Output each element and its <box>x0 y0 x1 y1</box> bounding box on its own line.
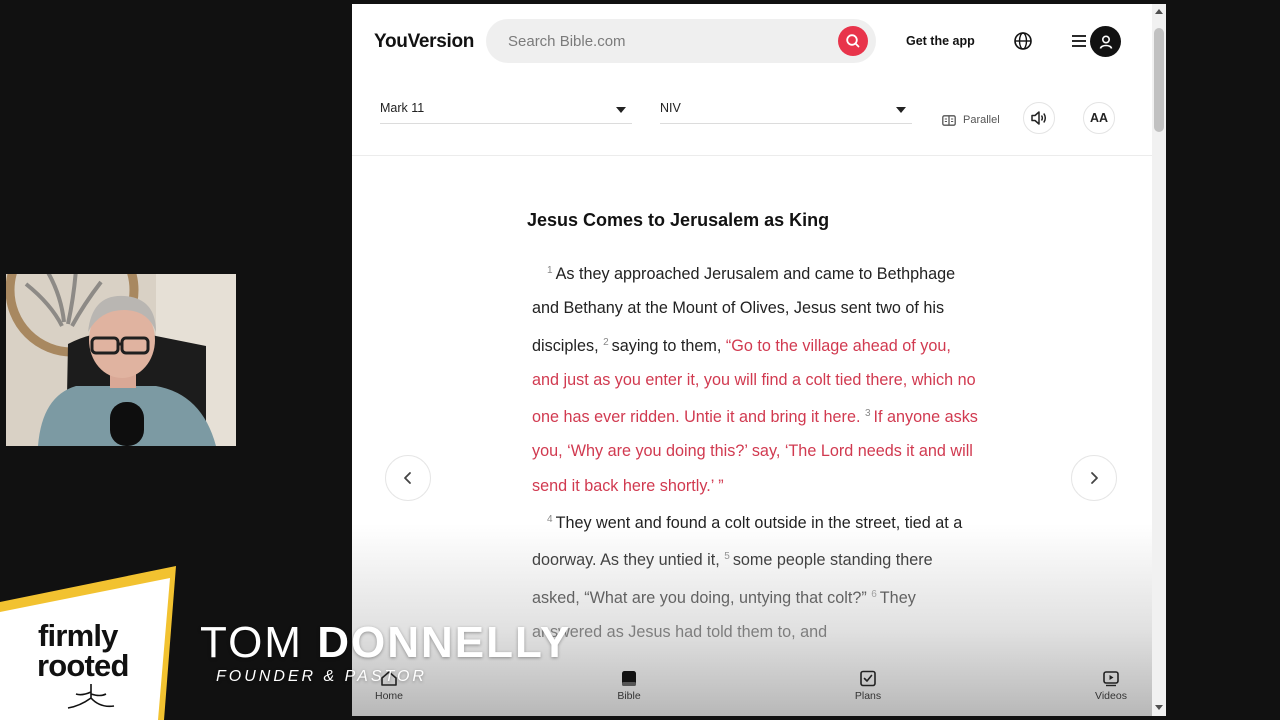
presenter-first-name: TOM <box>200 618 303 667</box>
nav-plans-label: Plans <box>854 690 882 702</box>
speaker-icon <box>1031 111 1047 125</box>
scroll-down-arrow[interactable] <box>1155 705 1163 710</box>
hamburger-menu-icon[interactable] <box>1071 32 1087 50</box>
search-button[interactable] <box>838 26 868 56</box>
book-chapter-value: Mark 11 <box>380 101 425 115</box>
screen: YouVersion Get the app <box>0 0 1280 720</box>
paragraph: 1 As they approached Jerusalem and came t… <box>532 254 982 503</box>
presenter-name: TOM DONNELLY <box>200 618 571 668</box>
verse-number: 4 <box>547 514 553 526</box>
audio-button[interactable] <box>1023 102 1055 134</box>
video-icon <box>1103 671 1119 687</box>
chevron-left-icon <box>404 472 411 484</box>
next-chapter-button[interactable] <box>1071 455 1117 501</box>
version-select[interactable]: NIV <box>660 96 912 124</box>
nav-videos[interactable]: Videos <box>1081 670 1141 702</box>
webcam-image <box>6 274 236 446</box>
book-chapter-select[interactable]: Mark 11 <box>380 96 632 124</box>
verse-number: 3 <box>864 408 871 420</box>
scroll-thumb[interactable] <box>1154 28 1164 132</box>
presenter-title: FOUNDER & PASTOR <box>216 668 427 685</box>
page-scrollbar[interactable] <box>1152 4 1166 716</box>
lower-third-banner: firmly rooted TOM DONNELLY FOUNDER & PAS… <box>0 566 640 720</box>
get-the-app-link[interactable]: Get the app <box>906 34 975 48</box>
verse-number: 2 <box>603 336 609 348</box>
verse-number: 5 <box>724 551 730 563</box>
nav-videos-label: Videos <box>1095 690 1127 702</box>
reader-toolbar: Mark 11 NIV Parallel AA <box>352 78 1152 156</box>
search-icon <box>846 34 860 48</box>
verse-number: 1 <box>547 265 553 276</box>
chevron-down-icon <box>896 107 906 113</box>
version-value: NIV <box>660 101 681 115</box>
brand-logo-text: rooted <box>37 648 129 683</box>
plans-check-icon <box>860 670 876 687</box>
nav-plans[interactable]: Plans <box>838 670 898 702</box>
site-header: YouVersion Get the app <box>352 4 1152 78</box>
parallel-label: Parallel <box>963 114 1000 126</box>
chevron-down-icon <box>616 107 626 113</box>
verse-number: 6 <box>871 588 877 600</box>
verse-text[interactable]: saying to them, <box>612 337 722 355</box>
chevron-right-icon <box>1091 472 1098 484</box>
parallel-button[interactable]: Parallel <box>942 112 1000 128</box>
presenter-webcam <box>6 274 236 446</box>
section-heading: Jesus Comes to Jerusalem as King <box>527 210 830 230</box>
presenter-last-name: DONNELLY <box>317 618 572 667</box>
globe-icon[interactable] <box>1013 31 1033 51</box>
scroll-up-arrow[interactable] <box>1155 9 1163 14</box>
search-input[interactable] <box>508 19 828 63</box>
user-icon <box>1099 34 1112 49</box>
account-button[interactable] <box>1090 26 1121 57</box>
parallel-columns-icon <box>942 114 956 126</box>
search-bar[interactable] <box>486 19 876 63</box>
youversion-logo[interactable]: YouVersion <box>374 31 474 53</box>
previous-chapter-button[interactable] <box>385 455 431 501</box>
font-size-button[interactable]: AA <box>1083 102 1115 134</box>
